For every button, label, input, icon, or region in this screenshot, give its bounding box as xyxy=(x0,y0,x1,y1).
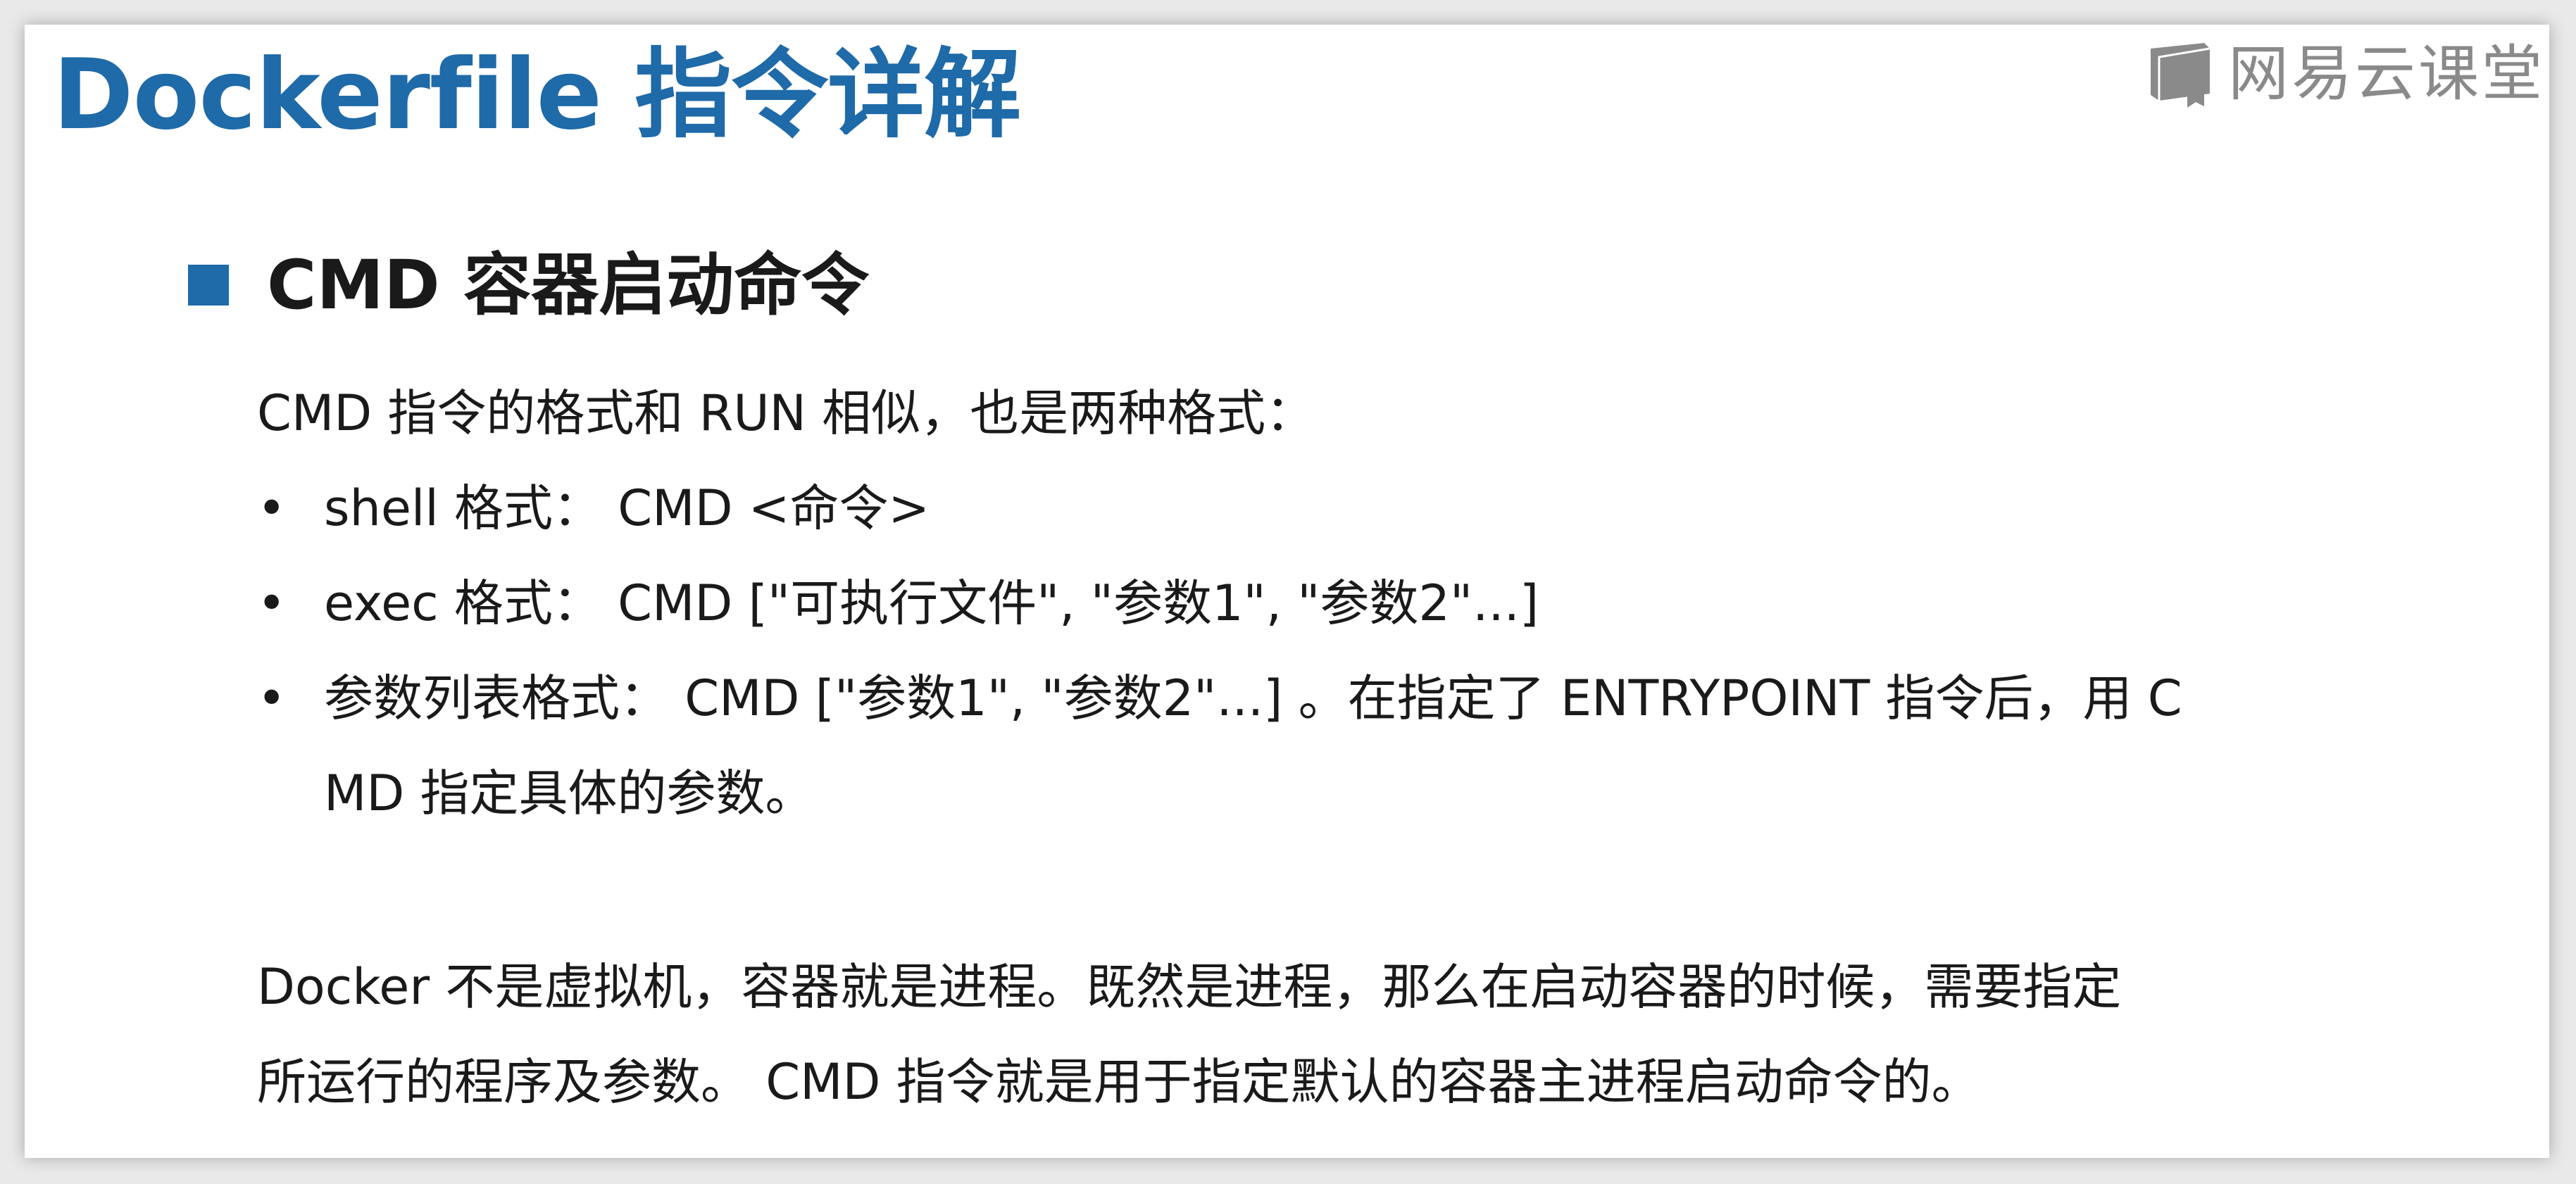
book-logo-icon xyxy=(2151,43,2211,108)
section-heading: CMD 容器启动命令 xyxy=(188,236,869,334)
closing-paragraph-line-2: 所运行的程序及参数。 CMD 指令就是用于指定默认的容器主进程启动命令的。 xyxy=(257,1053,1981,1111)
bullet-dot: • xyxy=(257,479,287,537)
square-bullet-icon xyxy=(188,265,229,306)
bullet-item-args: • 参数列表格式： CMD ["参数1", "参数2"...] 。在指定了 EN… xyxy=(257,651,2182,841)
bullet-text-line-2: MD 指定具体的参数。 xyxy=(324,764,815,822)
section-title: CMD 容器启动命令 xyxy=(267,246,870,325)
brand-name: 网易云课堂 xyxy=(2228,39,2545,109)
slide-title: Dockerfile 指令详解 xyxy=(53,38,1021,151)
screen-background: Dockerfile 指令详解 网易云课堂 CMD 容器启动命令 CMD 指令的… xyxy=(0,0,2576,1184)
closing-paragraph-line-1: Docker 不是虚拟机，容器就是进程。既然是进程，那么在启动容器的时候，需要指… xyxy=(257,958,2122,1016)
bullet-dot: • xyxy=(257,669,287,727)
bullet-item-shell: • shell 格式： CMD <命令> xyxy=(257,461,930,556)
bullet-text: shell 格式： CMD <命令> xyxy=(324,479,930,537)
intro-paragraph: CMD 指令的格式和 RUN 相似，也是两种格式： xyxy=(257,384,1315,442)
bullet-text-line-1: 参数列表格式： CMD ["参数1", "参数2"...] 。在指定了 ENTR… xyxy=(324,669,2182,727)
bullet-item-exec: • exec 格式： CMD ["可执行文件", "参数1", "参数2"...… xyxy=(257,556,1539,651)
brand-logo: 网易云课堂 xyxy=(2145,25,2549,123)
bullet-dot: • xyxy=(257,574,287,632)
slide: Dockerfile 指令详解 网易云课堂 CMD 容器启动命令 CMD 指令的… xyxy=(25,25,2549,1158)
bullet-text: exec 格式： CMD ["可执行文件", "参数1", "参数2"...] xyxy=(324,574,1539,632)
